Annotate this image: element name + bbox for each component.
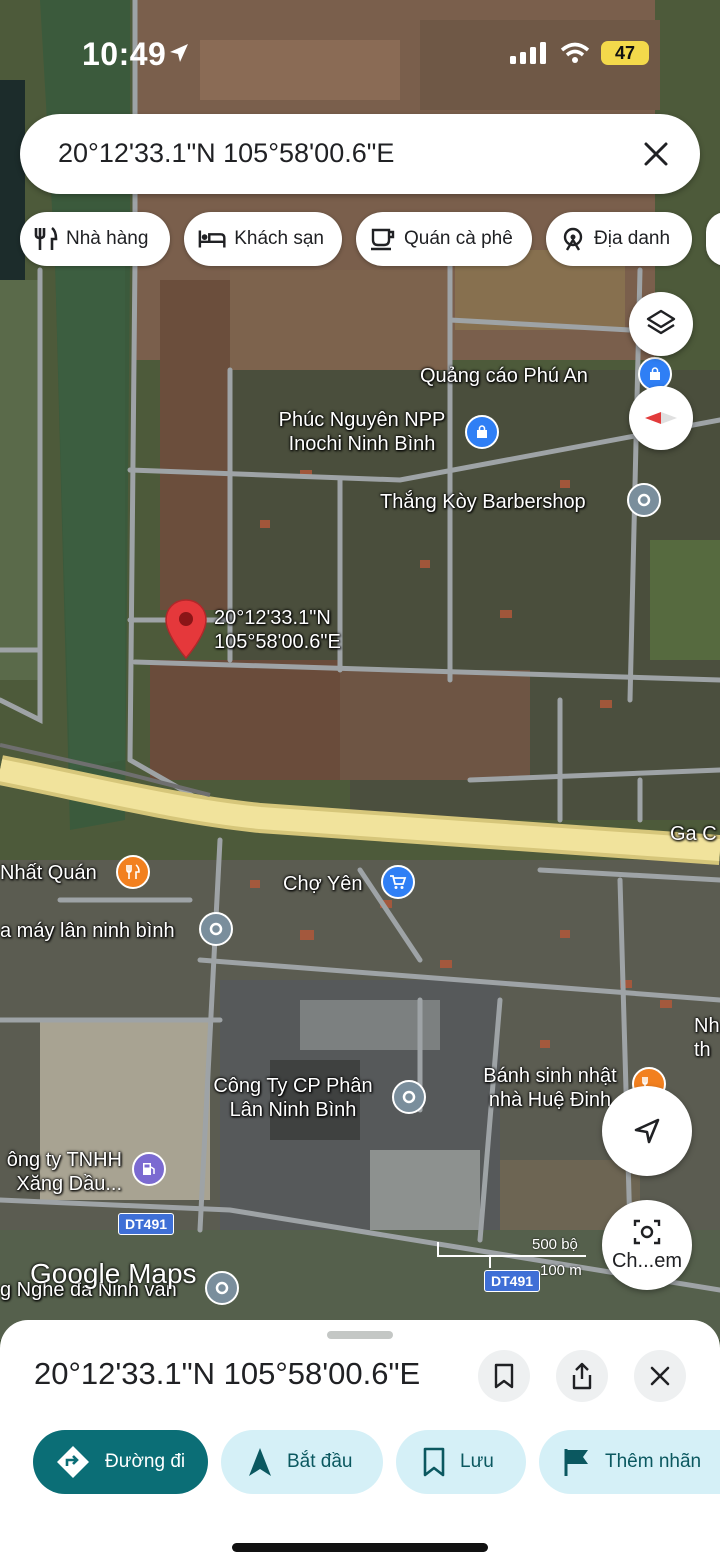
wifi-icon bbox=[560, 42, 590, 63]
search-bar[interactable]: 20°12'33.1"N 105°58'00.6"E bbox=[20, 114, 700, 194]
compass-button[interactable] bbox=[629, 386, 693, 450]
shopping-bag-icon[interactable] bbox=[465, 415, 499, 449]
chip-label: Địa danh bbox=[594, 228, 671, 249]
place-label-nhat-quan[interactable]: Nhất Quán bbox=[0, 861, 97, 885]
road-shield: DT491 bbox=[118, 1213, 175, 1235]
place-label-phuc-nguyen[interactable]: Phúc Nguyên NPP Inochi Ninh Bình bbox=[262, 408, 462, 456]
shopping-cart-icon[interactable] bbox=[381, 865, 415, 899]
map-scale: 500 bộ 100 m bbox=[436, 1236, 592, 1280]
layers-icon bbox=[646, 309, 676, 335]
category-chips: Nhà hàng Khách sạn Quán cà phê Địa danh bbox=[0, 212, 720, 268]
place-label-line: Nh bbox=[694, 1015, 720, 1037]
clock: 10:49 bbox=[82, 36, 167, 72]
bookmark-icon bbox=[494, 1363, 514, 1389]
chip-coffee[interactable]: Quán cà phê bbox=[356, 212, 532, 266]
location-arrow-icon bbox=[170, 44, 188, 62]
place-label-line: Xăng Dầu... bbox=[16, 1173, 122, 1195]
camera-button[interactable]: Ch...em bbox=[602, 1200, 692, 1290]
save-label: Lưu bbox=[460, 1451, 494, 1472]
sheet-drag-handle[interactable] bbox=[327, 1331, 393, 1339]
place-label-ga[interactable]: Ga C bbox=[670, 822, 717, 846]
place-label-line: Lân Ninh Bình bbox=[229, 1099, 357, 1121]
place-label-line: Inochi Ninh Bình bbox=[288, 433, 436, 455]
camera-icon bbox=[633, 1219, 661, 1244]
battery-indicator: 47 bbox=[601, 41, 649, 65]
pin-latitude: 20°12'33.1"N bbox=[214, 607, 331, 629]
place-label-line: th bbox=[694, 1039, 711, 1061]
share-button[interactable] bbox=[556, 1350, 608, 1402]
landmark-icon bbox=[563, 227, 583, 251]
share-icon bbox=[572, 1362, 592, 1390]
cellular-signal-icon bbox=[510, 42, 546, 64]
pin-coordinates-label: 20°12'33.1"N 105°58'00.6"E bbox=[214, 606, 341, 654]
coffee-icon bbox=[371, 228, 395, 251]
pin-longitude: 105°58'00.6"E bbox=[214, 631, 341, 653]
close-sheet-button[interactable] bbox=[634, 1350, 686, 1402]
place-label-nh[interactable]: Nh th bbox=[694, 1014, 720, 1062]
place-label-line: Công Ty CP Phân bbox=[213, 1075, 373, 1097]
my-location-button[interactable] bbox=[602, 1086, 692, 1176]
place-label-line: Phúc Nguyên NPP bbox=[278, 409, 446, 431]
compass-icon bbox=[645, 412, 677, 424]
layers-button[interactable] bbox=[629, 292, 693, 356]
flag-icon bbox=[564, 1449, 588, 1476]
chip-label: Nhà hàng bbox=[66, 228, 149, 249]
scale-bar bbox=[437, 1242, 586, 1268]
place-label-line: ông ty TNHH bbox=[6, 1149, 122, 1171]
camera-button-label: Ch...em bbox=[611, 1249, 683, 1272]
close-icon bbox=[650, 1366, 670, 1386]
chip-label: Khách sạn bbox=[234, 228, 324, 249]
restaurant-icon[interactable] bbox=[116, 855, 150, 889]
home-indicator[interactable] bbox=[232, 1543, 488, 1552]
place-label-cho-yen[interactable]: Chợ Yên bbox=[283, 872, 362, 896]
chip-more[interactable] bbox=[706, 212, 720, 266]
place-label-nha-may[interactable]: a máy lân ninh bình bbox=[0, 919, 175, 943]
search-query[interactable]: 20°12'33.1"N 105°58'00.6"E bbox=[58, 138, 394, 169]
place-pin-icon[interactable] bbox=[205, 1271, 239, 1305]
directions-icon bbox=[57, 1446, 89, 1478]
save-place-button[interactable]: Lưu bbox=[396, 1430, 526, 1494]
directions-label: Đường đi bbox=[105, 1451, 186, 1472]
close-icon[interactable] bbox=[632, 130, 680, 178]
chip-label: Quán cà phê bbox=[404, 228, 513, 249]
chip-restaurants[interactable]: Nhà hàng bbox=[20, 212, 170, 266]
navigation-arrow-icon bbox=[249, 1448, 271, 1476]
chip-landmarks[interactable]: Địa danh bbox=[546, 212, 692, 266]
google-maps-watermark: Google Maps bbox=[30, 1258, 197, 1289]
place-label-cong-ty-tnhh[interactable]: ông ty TNHH Xăng Dầu... bbox=[0, 1148, 122, 1196]
navigation-arrow-icon bbox=[634, 1118, 660, 1144]
add-label-button[interactable]: Thêm nhãn bbox=[539, 1430, 720, 1494]
save-button[interactable] bbox=[478, 1350, 530, 1402]
place-label-line: Bánh sinh nhật bbox=[483, 1065, 617, 1087]
place-label-quang-cao[interactable]: Quảng cáo Phú An bbox=[420, 364, 588, 388]
status-bar: 10:49 47 bbox=[0, 0, 720, 100]
hotel-icon bbox=[198, 230, 226, 248]
place-pin-icon[interactable] bbox=[392, 1080, 426, 1114]
place-label-cong-ty-cp[interactable]: Công Ty CP Phân Lân Ninh Bình bbox=[200, 1074, 386, 1122]
start-label: Bắt đầu bbox=[287, 1451, 353, 1472]
restaurant-icon bbox=[34, 226, 58, 250]
gas-station-icon[interactable] bbox=[132, 1152, 166, 1186]
place-label-barbershop[interactable]: Thắng Kòy Barbershop bbox=[380, 490, 586, 514]
start-button[interactable]: Bắt đầu bbox=[221, 1430, 383, 1494]
bookmark-icon bbox=[423, 1447, 445, 1477]
directions-button[interactable]: Đường đi bbox=[33, 1430, 208, 1494]
add-label-label: Thêm nhãn bbox=[605, 1451, 702, 1472]
dropped-pin-icon[interactable] bbox=[164, 598, 208, 660]
chip-hotels[interactable]: Khách sạn bbox=[184, 212, 342, 266]
place-title: 20°12'33.1"N 105°58'00.6"E bbox=[34, 1356, 421, 1391]
place-pin-icon[interactable] bbox=[199, 912, 233, 946]
place-pin-icon[interactable] bbox=[627, 483, 661, 517]
